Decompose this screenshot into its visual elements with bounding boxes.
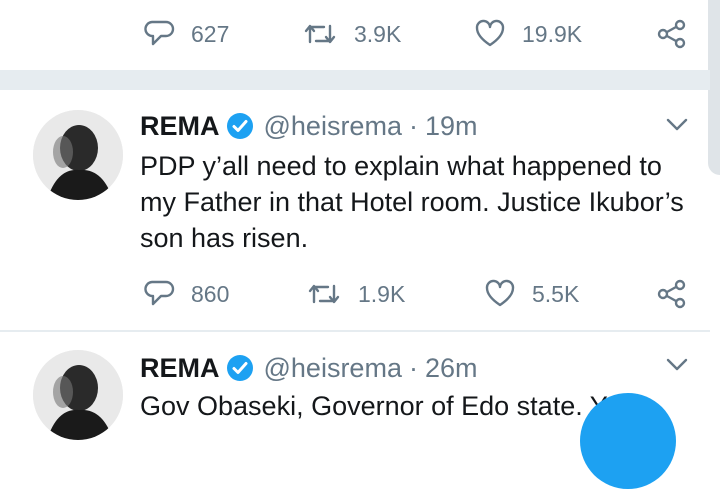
chevron-down-icon[interactable]	[664, 112, 690, 143]
timestamp[interactable]: 26m	[425, 353, 478, 384]
tweet-text: Gov Obaseki, Governor of Edo state. Y	[140, 391, 608, 421]
retweet-icon	[306, 278, 342, 310]
tweet-text: PDP y’all need to explain what happened …	[140, 151, 684, 253]
verified-badge-icon	[226, 354, 254, 382]
retweet-button[interactable]: 1.9K	[306, 274, 405, 314]
retweet-count: 3.9K	[354, 20, 402, 47]
heart-icon	[484, 278, 516, 310]
like-count: 19.9K	[522, 20, 583, 47]
retweet-icon	[302, 18, 338, 50]
tweet-separator	[0, 70, 710, 90]
verified-badge-icon	[226, 112, 254, 140]
like-button[interactable]: 19.9K	[474, 14, 582, 54]
separator-dot: ·	[408, 110, 418, 141]
reply-icon	[143, 278, 175, 310]
like-count: 5.5K	[532, 280, 580, 307]
tweet-actions: 860 1.9K 5.5K	[0, 274, 720, 314]
share-button[interactable]	[656, 274, 688, 314]
tweet-header: REMA @heisrema · 19m	[140, 106, 478, 146]
share-icon	[656, 18, 688, 50]
display-name[interactable]: REMA	[140, 353, 220, 384]
previous-tweet-actions: 627 3.9K 19.9K	[0, 14, 720, 54]
tweet-header: REMA @heisrema · 26m	[140, 348, 478, 388]
reply-count: 627	[191, 20, 230, 47]
separator-dot: ·	[408, 352, 418, 383]
tweet-divider	[0, 330, 710, 332]
reply-button[interactable]: 627	[143, 14, 229, 54]
share-icon	[656, 278, 688, 310]
compose-tweet-button[interactable]	[580, 393, 676, 489]
user-handle[interactable]: @heisrema	[264, 111, 402, 142]
retweet-count: 1.9K	[358, 280, 406, 307]
user-handle[interactable]: @heisrema	[264, 353, 402, 384]
reply-button[interactable]: 860	[143, 274, 229, 314]
retweet-button[interactable]: 3.9K	[302, 14, 401, 54]
timestamp[interactable]: 19m	[425, 111, 478, 142]
like-button[interactable]: 5.5K	[484, 274, 579, 314]
chevron-down-icon[interactable]	[664, 352, 690, 383]
share-button[interactable]	[656, 14, 688, 54]
display-name[interactable]: REMA	[140, 111, 220, 142]
heart-icon	[474, 18, 506, 50]
reply-icon	[143, 18, 175, 50]
avatar[interactable]	[33, 110, 123, 200]
reply-count: 860	[191, 280, 230, 307]
avatar[interactable]	[33, 350, 123, 440]
